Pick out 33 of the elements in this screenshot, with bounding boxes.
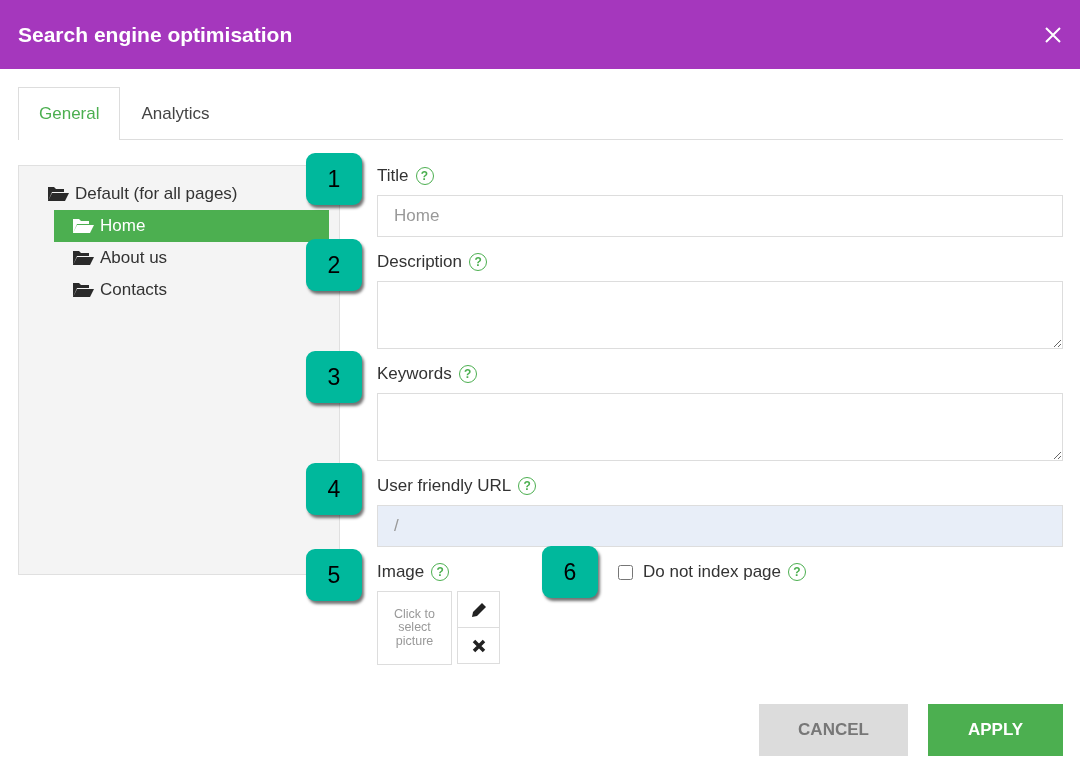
image-picker[interactable]: Click to select picture (377, 591, 452, 665)
dialog-title: Search engine optimisation (18, 22, 293, 47)
field-label: User friendly URL (377, 476, 512, 496)
pencil-icon (470, 601, 487, 618)
number-badge: 2 (306, 239, 362, 291)
tab[interactable]: General (18, 87, 121, 140)
number-badge: 5 (306, 549, 362, 601)
delete-button[interactable] (457, 627, 500, 664)
tree-item[interactable]: About us (54, 242, 174, 274)
tab[interactable]: Analytics (120, 87, 231, 140)
folder-icon (72, 218, 94, 234)
tree-item[interactable]: Contacts (54, 274, 174, 306)
number-badge: 3 (306, 351, 362, 403)
field-label: Keywords (377, 364, 452, 384)
field-label: Image (377, 562, 425, 582)
tree-item[interactable]: Home (54, 210, 329, 242)
field-label: Description (377, 252, 463, 272)
apply-button[interactable]: APPLY (928, 704, 1063, 756)
folder-icon (47, 186, 69, 202)
cross-icon (471, 638, 486, 653)
number-badge: 4 (306, 463, 362, 515)
folder-icon (72, 282, 94, 298)
tree-item[interactable]: Default (for all pages) (19, 178, 244, 210)
number-badge: 1 (306, 153, 362, 205)
checkbox-label: Do not index page (643, 562, 781, 582)
close-button[interactable] (1044, 25, 1062, 44)
number-badge: 6 (542, 546, 598, 598)
edit-button[interactable] (457, 591, 500, 628)
cancel-button[interactable]: CANCEL (759, 704, 908, 756)
text-field[interactable]: Home (377, 195, 1063, 237)
checkbox[interactable] (618, 564, 633, 580)
field-label: Title (377, 166, 409, 186)
folder-icon (72, 250, 94, 266)
